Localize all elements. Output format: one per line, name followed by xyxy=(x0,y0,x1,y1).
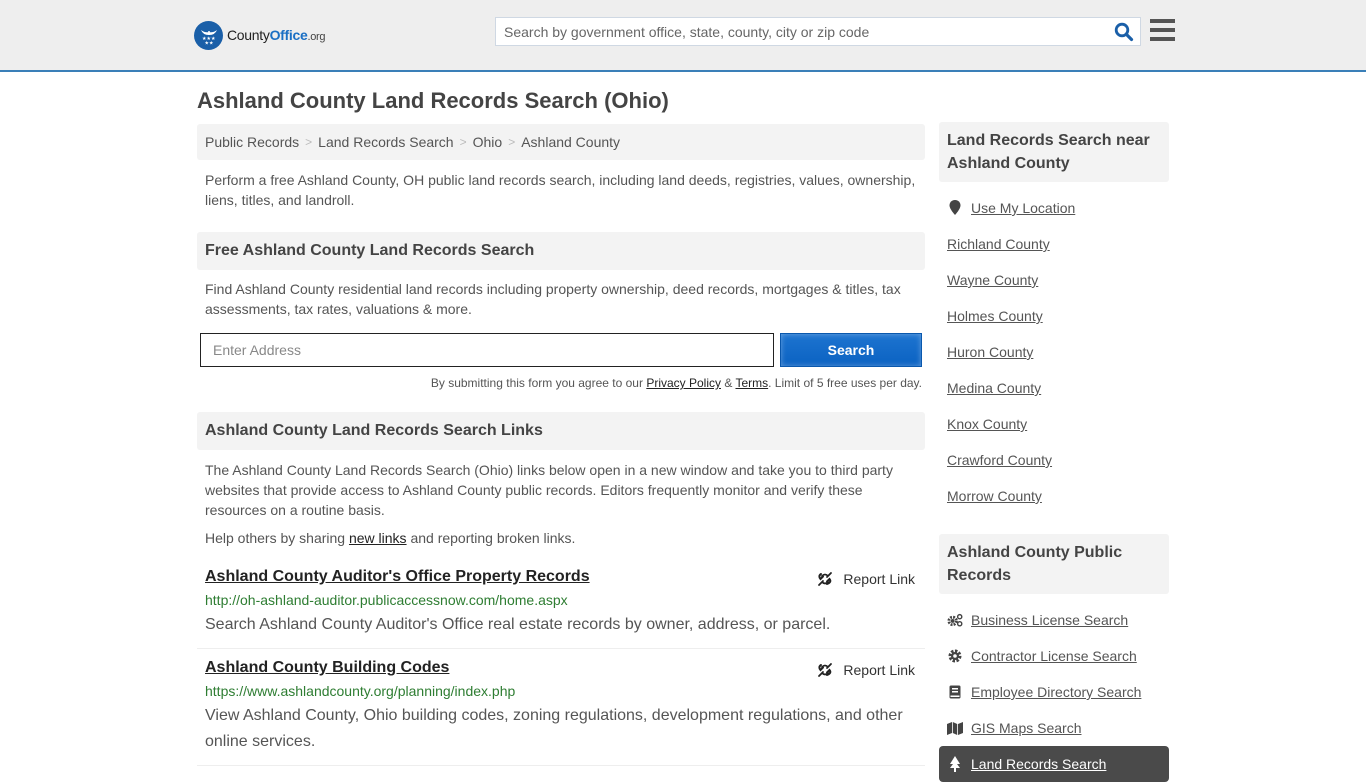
use-my-location-item[interactable]: Use My Location xyxy=(947,190,1169,226)
site-logo[interactable]: ★★★ ★★ CountyOffice.org xyxy=(194,20,326,50)
main-content: Public Records > Land Records Search > O… xyxy=(197,124,925,766)
public-record-item-active[interactable]: Land Records Search xyxy=(939,746,1169,782)
nearby-county-link[interactable]: Knox County xyxy=(947,416,1027,432)
intro-text: Perform a free Ashland County, OH public… xyxy=(205,172,916,208)
nearby-county-item[interactable]: Knox County xyxy=(947,406,1169,442)
nearby-county-item[interactable]: Holmes County xyxy=(947,298,1169,334)
report-link-button[interactable]: Report Link xyxy=(817,662,915,678)
gear-icon xyxy=(947,649,963,663)
public-record-item[interactable]: Employee Directory Search xyxy=(947,674,1169,710)
hamburger-menu-icon[interactable] xyxy=(1150,19,1175,41)
nearby-county-item[interactable]: Morrow County xyxy=(947,478,1169,514)
address-search-button[interactable]: Search xyxy=(780,333,922,367)
public-records-list: Business License Search Contractor Licen… xyxy=(939,602,1169,746)
nearby-county-item[interactable]: Huron County xyxy=(947,334,1169,370)
logo-text: CountyOffice.org xyxy=(227,27,326,43)
public-record-link[interactable]: Business License Search xyxy=(971,612,1128,628)
site-search-bar xyxy=(495,17,1141,46)
nearby-county-item[interactable]: Richland County xyxy=(947,226,1169,262)
site-search-input[interactable] xyxy=(496,18,1096,45)
breadcrumb-separator: > xyxy=(508,135,516,149)
report-link-button[interactable]: Report Link xyxy=(817,571,915,587)
address-input[interactable] xyxy=(200,333,774,367)
map-pin-icon xyxy=(947,200,963,216)
svg-text:★★: ★★ xyxy=(204,41,213,47)
free-search-description: Find Ashland County residential land rec… xyxy=(205,281,901,317)
form-disclaimer: By submitting this form you agree to our… xyxy=(430,376,922,390)
broken-link-icon xyxy=(818,663,833,677)
public-record-item[interactable]: GIS Maps Search xyxy=(947,710,1169,746)
public-record-link[interactable]: GIS Maps Search xyxy=(971,720,1082,736)
resource-link-url: http://oh-ashland-auditor.publicaccessno… xyxy=(205,592,568,608)
map-icon xyxy=(947,721,963,735)
resource-link-title[interactable]: Ashland County Building Codes xyxy=(205,659,449,676)
privacy-policy-link[interactable]: Privacy Policy xyxy=(646,376,721,390)
breadcrumb-ohio[interactable]: Ohio xyxy=(473,134,503,150)
use-my-location-link[interactable]: Use My Location xyxy=(971,200,1075,216)
public-record-link[interactable]: Employee Directory Search xyxy=(971,684,1141,700)
tree-icon xyxy=(947,756,963,772)
nearby-county-link[interactable]: Huron County xyxy=(947,344,1033,360)
help-text: Help others by sharing new links and rep… xyxy=(205,530,576,546)
nearby-county-link[interactable]: Holmes County xyxy=(947,308,1043,324)
breadcrumb: Public Records > Land Records Search > O… xyxy=(197,124,925,160)
broken-link-icon xyxy=(818,572,833,586)
search-icon[interactable] xyxy=(1114,22,1134,42)
breadcrumb-separator: > xyxy=(459,135,467,149)
page-title: Ashland County Land Records Search (Ohio… xyxy=(197,88,669,113)
book-icon xyxy=(947,685,963,699)
public-record-item[interactable]: Contractor License Search xyxy=(947,638,1169,674)
nearby-county-item[interactable]: Medina County xyxy=(947,370,1169,406)
free-search-heading: Free Ashland County Land Records Search xyxy=(197,232,925,270)
gears-icon xyxy=(947,613,963,627)
public-record-link[interactable]: Contractor License Search xyxy=(971,648,1137,664)
breadcrumb-land-records-search[interactable]: Land Records Search xyxy=(318,134,453,150)
resource-link-title[interactable]: Ashland County Auditor's Office Property… xyxy=(205,568,590,585)
links-section-heading: Ashland County Land Records Search Links xyxy=(197,412,925,450)
links-section-description: The Ashland County Land Records Search (… xyxy=(205,462,893,518)
new-links-link[interactable]: new links xyxy=(349,530,407,546)
eagle-stars-badge-icon: ★★★ ★★ xyxy=(194,20,223,50)
breadcrumb-public-records[interactable]: Public Records xyxy=(205,134,299,150)
breadcrumb-separator: > xyxy=(305,135,313,149)
nearby-county-link[interactable]: Richland County xyxy=(947,236,1050,252)
resource-link-description: Search Ashland County Auditor's Office r… xyxy=(205,616,831,633)
breadcrumb-ashland-county[interactable]: Ashland County xyxy=(521,134,620,150)
public-record-item[interactable]: Business License Search xyxy=(947,602,1169,638)
resource-link-item: Ashland County Building Codes https://ww… xyxy=(197,649,925,766)
nearby-county-item[interactable]: Crawford County xyxy=(947,442,1169,478)
nearby-county-item[interactable]: Wayne County xyxy=(947,262,1169,298)
public-records-heading: Ashland County Public Records xyxy=(939,534,1169,594)
site-header: ★★★ ★★ CountyOffice.org xyxy=(0,0,1366,72)
nearby-heading: Land Records Search near Ashland County xyxy=(939,122,1169,182)
sidebar: Land Records Search near Ashland County … xyxy=(939,122,1169,782)
nearby-county-link[interactable]: Crawford County xyxy=(947,452,1052,468)
nearby-county-link[interactable]: Wayne County xyxy=(947,272,1038,288)
nearby-counties-list: Use My Location Richland County Wayne Co… xyxy=(939,190,1169,514)
public-record-link[interactable]: Land Records Search xyxy=(971,756,1106,772)
terms-link[interactable]: Terms xyxy=(735,376,768,390)
nearby-county-link[interactable]: Medina County xyxy=(947,380,1041,396)
nearby-county-link[interactable]: Morrow County xyxy=(947,488,1042,504)
resource-link-item: Ashland County Auditor's Office Property… xyxy=(197,558,925,649)
address-search-form: Search xyxy=(197,333,925,367)
resource-link-description: View Ashland County, Ohio building codes… xyxy=(205,707,903,750)
resource-link-url: https://www.ashlandcounty.org/planning/i… xyxy=(205,683,516,699)
